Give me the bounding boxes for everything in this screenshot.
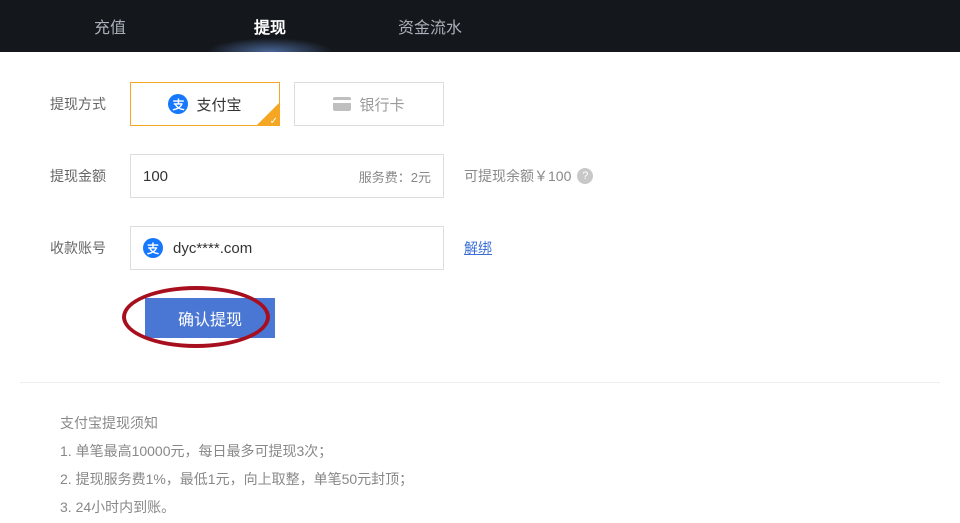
- method-bank-label: 银行卡: [359, 94, 404, 115]
- tab-withdraw[interactable]: 提现: [190, 0, 350, 52]
- tab-deposit[interactable]: 充值: [30, 0, 190, 52]
- notice-title: 支付宝提现须知: [60, 409, 910, 437]
- withdraw-panel: 提现方式 支 支付宝 银行卡 提现金额 服务费：2元 可提现余额￥100 ? 收…: [0, 52, 960, 523]
- nav-tabs: 充值 提现 资金流水: [0, 0, 960, 52]
- help-icon[interactable]: ?: [577, 168, 593, 184]
- bank-card-icon: [333, 97, 351, 111]
- label-method: 提现方式: [20, 94, 130, 114]
- amount-input[interactable]: [143, 168, 359, 185]
- notice-box: 支付宝提现须知 1. 单笔最高10000元，每日最多可提现3次； 2. 提现服务…: [20, 382, 940, 521]
- available-balance: 可提现余额￥100 ?: [464, 166, 593, 186]
- balance-text: 可提现余额￥100: [464, 166, 571, 186]
- alipay-icon: 支: [168, 94, 188, 114]
- notice-rule-2: 2. 提现服务费1%，最低1元，向上取整，单笔50元封顶；: [60, 465, 910, 493]
- alipay-icon: 支: [143, 238, 163, 258]
- label-account: 收款账号: [20, 238, 130, 258]
- label-amount: 提现金额: [20, 166, 130, 186]
- confirm-withdraw-button[interactable]: 确认提现: [145, 298, 275, 338]
- method-bank[interactable]: 银行卡: [294, 82, 444, 126]
- notice-rule-1: 1. 单笔最高10000元，每日最多可提现3次；: [60, 437, 910, 465]
- service-fee: 服务费：2元: [359, 167, 431, 186]
- account-value: dyc****.com: [173, 240, 252, 257]
- account-box: 支 dyc****.com: [130, 226, 444, 270]
- tab-ledger[interactable]: 资金流水: [350, 0, 510, 52]
- amount-box: 服务费：2元: [130, 154, 444, 198]
- unbind-link[interactable]: 解绑: [464, 238, 492, 258]
- method-alipay-label: 支付宝: [196, 94, 241, 115]
- method-alipay[interactable]: 支 支付宝: [130, 82, 280, 126]
- notice-rule-3: 3. 24小时内到账。: [60, 493, 910, 521]
